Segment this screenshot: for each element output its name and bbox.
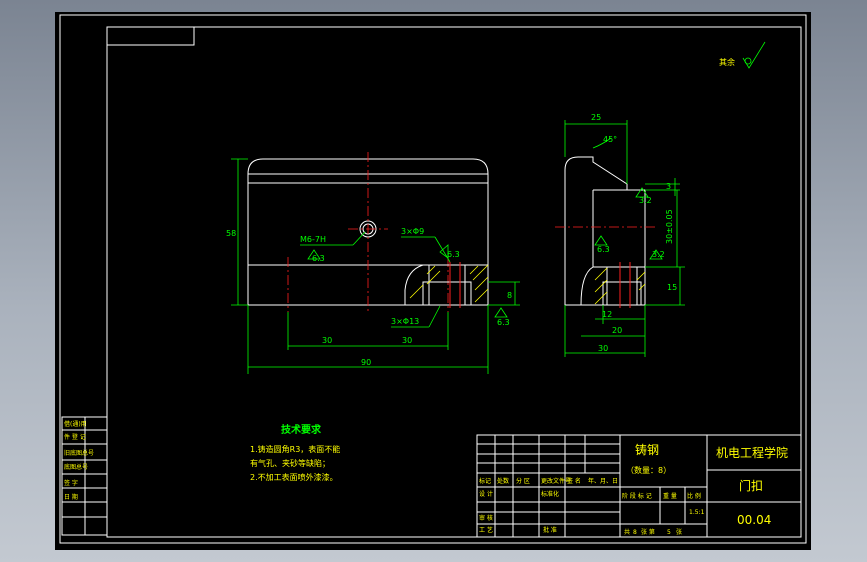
sheet-of-label: 张 第 <box>641 528 655 536</box>
dim-thread: M6-7H <box>300 235 326 244</box>
front-view <box>247 152 489 312</box>
title-block: 标记 处数 分 区 更改文件号 签 名 年、月、日 设 计 标准化 审 核 工 … <box>476 434 802 538</box>
roughness-rest-label: 其余 <box>719 57 735 67</box>
tb-review: 审 核 <box>479 514 493 522</box>
quantity: （数量：8） <box>626 465 671 475</box>
dim-b30: 30 <box>598 344 608 353</box>
tb-approve: 批 准 <box>543 526 557 534</box>
dim-side-top: 25 <box>591 113 601 122</box>
tech-title: 技术要求 <box>281 423 322 436</box>
ra-front-3: 6.3 <box>497 318 510 327</box>
tb-ratio: 比 例 <box>687 492 701 500</box>
dim-left-30: 30 <box>322 336 332 345</box>
sheets-total-label: 共 <box>624 528 630 536</box>
dim-mid: 30±0.05 <box>665 209 674 244</box>
tb-sign: 签 名 <box>567 477 581 485</box>
ra-front-1: 6.3 <box>312 254 325 263</box>
ra-side-2: 6.3 <box>597 245 610 254</box>
strip-label-1: 借(通)用 <box>64 420 87 428</box>
strip-label-6: 日 期 <box>64 493 78 501</box>
sheets-total: 8 <box>633 529 637 536</box>
tech-line-2: 有气孔、夹砂等缺陷； <box>250 458 330 468</box>
left-strip: 借(通)用 件 登 记 旧底图总号 底图总号 签 字 日 期 <box>61 416 108 536</box>
roughness-rest: 其余 <box>719 41 766 69</box>
school-name: 机电工程学院 <box>716 445 788 460</box>
side-view <box>555 156 655 308</box>
tb-process: 工 艺 <box>479 526 493 534</box>
strip-label-4: 底图总号 <box>64 463 88 471</box>
tb-design: 设 计 <box>479 490 493 498</box>
material: 铸钢 <box>635 442 659 457</box>
dim-b20: 20 <box>612 326 622 335</box>
tech-line-3: 2.不加工表面喷外漆漆。 <box>250 472 338 482</box>
front-dimensions: 58 90 30 30 M6-7H 6.3 3×Φ9 6.3 3×Φ13 8 6… <box>226 158 520 374</box>
sheet-info: 共 8 张 第 5 张 <box>624 528 682 536</box>
dim-b12: 12 <box>602 310 612 319</box>
ra-side-3: 3.2 <box>652 250 665 259</box>
dim-holes-top: 3×Φ9 <box>401 227 424 236</box>
outer-frame <box>59 14 807 544</box>
dim-width: 90 <box>361 358 371 367</box>
dim-holes-bottom: 3×Φ13 <box>391 317 419 326</box>
code-box <box>106 26 195 46</box>
cad-sheet: 借(通)用 件 登 记 旧底图总号 底图总号 签 字 日 期 其余 58 90 … <box>59 14 807 544</box>
tb-weight: 重 量 <box>663 492 677 500</box>
strip-label-5: 签 字 <box>64 479 78 487</box>
dim-depth: 8 <box>507 291 512 300</box>
dim-low: 15 <box>667 283 677 292</box>
dim-step: 3 <box>666 182 671 191</box>
drawing-number: 00.04 <box>737 513 771 527</box>
scale: 1.5:1 <box>689 509 705 516</box>
tb-stage: 阶 段 标 记 <box>622 492 652 500</box>
drawing-viewport[interactable]: 借(通)用 件 登 记 旧底图总号 底图总号 签 字 日 期 其余 58 90 … <box>55 12 811 550</box>
tb-mark: 标记 <box>479 477 491 485</box>
tb-std: 标准化 <box>541 490 559 498</box>
tech-requirements: 技术要求 1.铸造圆角R3，表面不能 有气孔、夹砂等缺陷； 2.不加工表面喷外漆… <box>250 423 340 482</box>
tb-zone: 分 区 <box>516 477 530 485</box>
tb-count: 处数 <box>497 477 509 485</box>
sheet-number: 5 <box>667 529 671 536</box>
part-name: 门扣 <box>739 478 763 493</box>
side-dimensions: 25 45° 3 30±0.05 15 12 20 30 3.2 6.3 3.2 <box>564 113 685 357</box>
tb-date: 年、月、日 <box>588 477 618 485</box>
ra-front-2: 6.3 <box>447 250 460 259</box>
sheet-unit: 张 <box>676 528 682 536</box>
dim-angle: 45° <box>603 135 617 144</box>
strip-label-2: 件 登 记 <box>64 433 86 441</box>
tech-line-1: 1.铸造圆角R3，表面不能 <box>250 444 340 454</box>
strip-label-3: 旧底图总号 <box>64 449 94 457</box>
ra-side-1: 3.2 <box>639 196 652 205</box>
dim-right-30: 30 <box>402 336 412 345</box>
dim-height: 58 <box>226 229 236 238</box>
